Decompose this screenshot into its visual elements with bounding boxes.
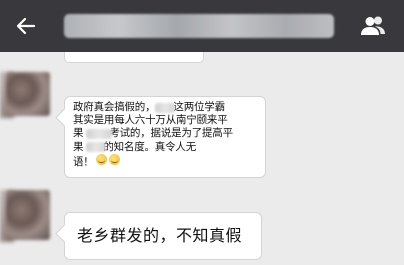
redacted-text <box>86 129 112 139</box>
chat-title-blurred <box>64 14 334 38</box>
chat-members-button[interactable] <box>356 12 390 40</box>
back-button[interactable] <box>8 10 44 42</box>
sender-avatar[interactable] <box>6 72 50 116</box>
arrow-left-icon <box>16 17 36 35</box>
message-list[interactable]: 政府真会搞假的， 这两位学霸 其实是用每人六十万从南宁颐来平 果考试的，据说是为了… <box>0 52 404 265</box>
redacted-text <box>86 142 106 152</box>
chat-header <box>0 0 404 52</box>
redacted-text <box>155 103 175 113</box>
message-text: 老乡群发的，不知真假 <box>77 226 243 245</box>
previous-message-bubble <box>64 52 204 63</box>
people-icon <box>361 16 385 35</box>
message-bubble[interactable]: 政府真会搞假的， 这两位学霸 其实是用每人六十万从南宁颐来平 果考试的，据说是为了… <box>64 96 266 178</box>
grin-emoji-icon <box>108 153 120 165</box>
sender-avatar[interactable] <box>6 190 50 240</box>
grin-emoji-icon <box>95 153 107 165</box>
message-bubble[interactable]: 老乡群发的，不知真假 <box>64 212 262 260</box>
